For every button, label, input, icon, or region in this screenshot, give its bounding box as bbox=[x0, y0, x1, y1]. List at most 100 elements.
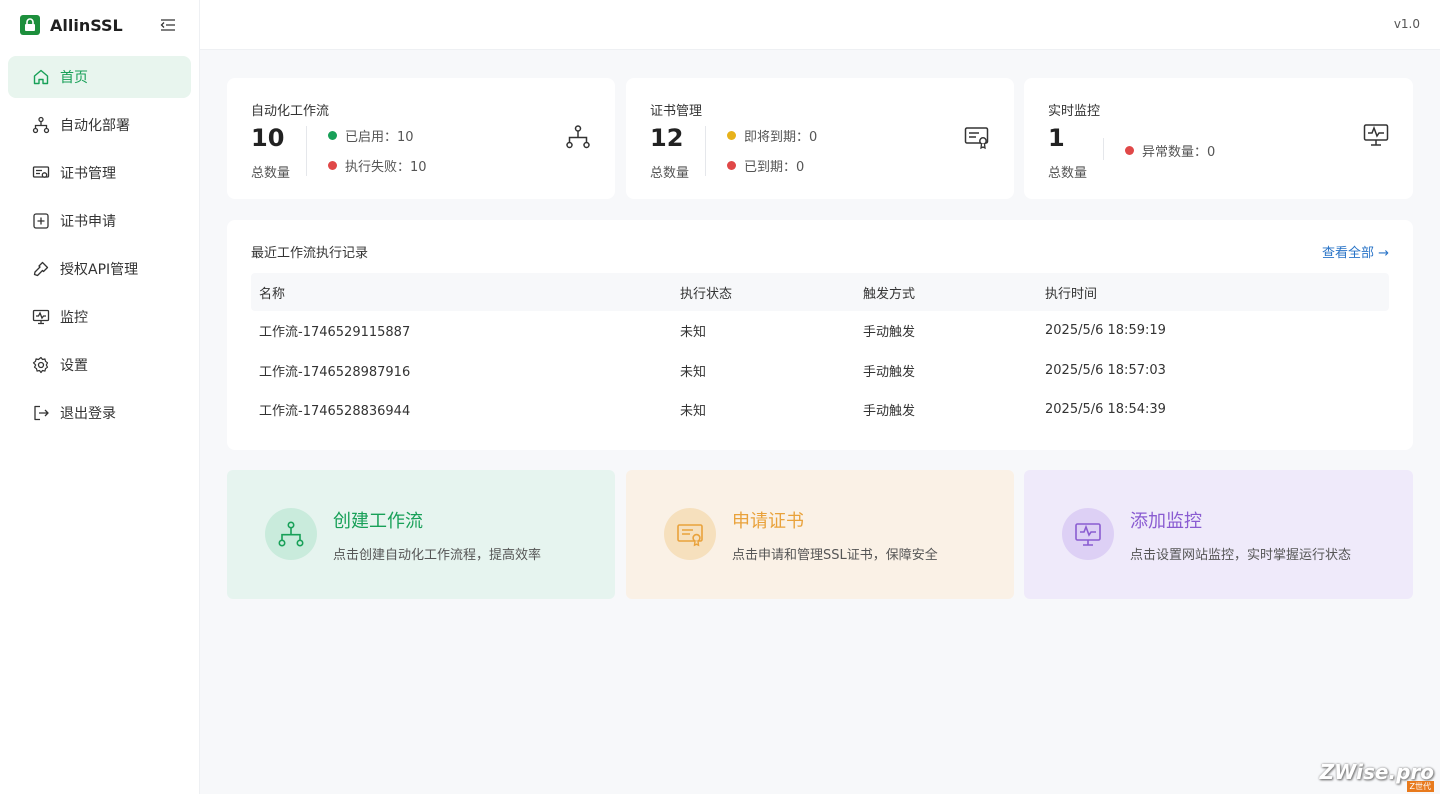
cell-status: 未知 bbox=[680, 404, 707, 420]
brand-name: AllinSSL bbox=[50, 15, 123, 35]
certificate-icon bbox=[964, 124, 990, 150]
table-row[interactable]: 工作流-1746529115887 未知 手动触发 2025/5/6 18:59… bbox=[251, 311, 1389, 351]
stat-abnormal: 异常数量：0 bbox=[1125, 141, 1215, 160]
stat-divider bbox=[705, 126, 706, 176]
sidebar-item-cert-apply[interactable]: 证书申请 bbox=[8, 200, 191, 242]
monitor-icon bbox=[1363, 122, 1389, 148]
table-row[interactable]: 工作流-1746528987916 未知 手动触发 2025/5/6 18:57… bbox=[251, 351, 1389, 391]
cell-trigger: 手动触发 bbox=[863, 325, 916, 341]
cell-trigger: 手动触发 bbox=[863, 404, 916, 420]
cell-status: 未知 bbox=[680, 364, 707, 380]
key-icon bbox=[32, 260, 50, 278]
version-label: v1.0 bbox=[1393, 17, 1420, 31]
action-desc: 点击创建自动化工作流程，提高效率 bbox=[333, 548, 542, 563]
sidebar-item-home[interactable]: 首页 bbox=[8, 56, 191, 98]
workflow-icon bbox=[32, 116, 50, 134]
monitor-icon bbox=[1062, 508, 1114, 560]
home-icon bbox=[32, 68, 50, 86]
plus-square-icon bbox=[32, 212, 50, 230]
stat-total: 1 bbox=[1048, 124, 1065, 152]
watermark-tag: Z世代 bbox=[1406, 781, 1434, 792]
create-workflow-card[interactable]: 创建工作流 点击创建自动化工作流程，提高效率 bbox=[227, 470, 615, 599]
sidebar-item-label: 证书管理 bbox=[60, 166, 116, 182]
action-title: 申请证书 bbox=[732, 511, 804, 532]
collapse-menu-icon[interactable] bbox=[159, 16, 177, 34]
cell-name: 工作流-1746528987916 bbox=[259, 364, 411, 380]
stat-expiring-text: 即将到期：0 bbox=[744, 130, 818, 145]
cell-status: 未知 bbox=[680, 325, 707, 341]
stat-card-monitor: 实时监控 1 总数量 异常数量：0 bbox=[1024, 78, 1413, 199]
brand: AllinSSL bbox=[0, 0, 199, 50]
sidebar-item-label: 退出登录 bbox=[60, 406, 116, 422]
stat-total: 10 bbox=[251, 124, 285, 152]
recent-records-title: 最近工作流执行记录 bbox=[251, 246, 369, 261]
action-title: 添加监控 bbox=[1130, 511, 1202, 532]
view-all-link[interactable]: 查看全部 → bbox=[1322, 242, 1389, 261]
workflow-icon bbox=[265, 508, 317, 560]
cell-time: 2025/5/6 18:59:19 bbox=[1045, 323, 1166, 339]
stat-card-certs: 证书管理 12 总数量 即将到期：0 已到期：0 bbox=[626, 78, 1014, 199]
sidebar-item-settings[interactable]: 设置 bbox=[8, 344, 191, 386]
action-title: 创建工作流 bbox=[333, 511, 423, 532]
table-row[interactable]: 工作流-1746528836944 未知 手动触发 2025/5/6 18:54… bbox=[251, 390, 1389, 430]
cell-time: 2025/5/6 18:54:39 bbox=[1045, 402, 1166, 418]
stat-title: 证书管理 bbox=[650, 104, 703, 119]
records-table: 名称 执行状态 触发方式 执行时间 工作流-1746529115887 未知 手… bbox=[251, 273, 1389, 430]
stat-total-label: 总数量 bbox=[251, 166, 291, 181]
sidebar-item-monitor[interactable]: 监控 bbox=[8, 296, 191, 338]
recent-records-card: 最近工作流执行记录 查看全部 → 名称 执行状态 触发方式 执行时间 工作流-1… bbox=[227, 220, 1413, 450]
stat-enabled-text: 已启用：10 bbox=[345, 130, 414, 145]
action-desc: 点击设置网站监控，实时掌握运行状态 bbox=[1130, 548, 1352, 563]
sidebar-item-logout[interactable]: 退出登录 bbox=[8, 392, 191, 434]
apply-cert-card[interactable]: 申请证书 点击申请和管理SSL证书，保障安全 bbox=[626, 470, 1014, 599]
stat-expired-text: 已到期：0 bbox=[744, 160, 805, 175]
column-header-name: 名称 bbox=[259, 286, 286, 302]
stat-divider bbox=[1103, 138, 1104, 160]
cell-name: 工作流-1746528836944 bbox=[259, 404, 411, 420]
stat-failed-text: 执行失败：10 bbox=[345, 160, 427, 175]
sidebar: AllinSSL 首页 自动化部署 证书管理 证书申请 授权API管理 监控 设… bbox=[0, 0, 200, 794]
stat-abnormal-text: 异常数量：0 bbox=[1142, 145, 1216, 160]
stat-title: 实时监控 bbox=[1048, 104, 1101, 119]
sidebar-item-api-manage[interactable]: 授权API管理 bbox=[8, 248, 191, 290]
column-header-trigger: 触发方式 bbox=[863, 286, 916, 302]
cell-time: 2025/5/6 18:57:03 bbox=[1045, 362, 1166, 378]
status-dot-red bbox=[1125, 146, 1134, 155]
workflow-icon bbox=[565, 124, 591, 150]
status-dot-red bbox=[328, 161, 337, 170]
monitor-icon bbox=[32, 308, 50, 326]
status-dot-green bbox=[328, 131, 337, 140]
stat-total-label: 总数量 bbox=[1048, 166, 1088, 181]
stat-failed: 执行失败：10 bbox=[328, 156, 427, 175]
sidebar-item-label: 监控 bbox=[60, 310, 88, 326]
sidebar-item-cert-manage[interactable]: 证书管理 bbox=[8, 152, 191, 194]
stat-card-workflow: 自动化工作流 10 总数量 已启用：10 执行失败：10 bbox=[227, 78, 615, 199]
top-header: v1.0 bbox=[200, 0, 1440, 50]
action-desc: 点击申请和管理SSL证书，保障安全 bbox=[732, 548, 938, 563]
stat-title: 自动化工作流 bbox=[251, 104, 330, 119]
sidebar-item-label: 证书申请 bbox=[60, 214, 116, 230]
certificate-icon bbox=[32, 164, 50, 182]
column-header-status: 执行状态 bbox=[680, 286, 733, 302]
sidebar-item-label: 设置 bbox=[60, 358, 88, 374]
stat-expired: 已到期：0 bbox=[727, 156, 804, 175]
stat-enabled: 已启用：10 bbox=[328, 126, 414, 145]
status-dot-red bbox=[727, 161, 736, 170]
sidebar-item-label: 自动化部署 bbox=[60, 118, 130, 134]
cell-trigger: 手动触发 bbox=[863, 364, 916, 380]
brand-logo-icon bbox=[20, 15, 40, 35]
gear-icon bbox=[32, 356, 50, 374]
certificate-icon bbox=[664, 508, 716, 560]
logout-icon bbox=[32, 404, 50, 422]
cell-name: 工作流-1746529115887 bbox=[259, 325, 411, 341]
add-monitor-card[interactable]: 添加监控 点击设置网站监控，实时掌握运行状态 bbox=[1024, 470, 1413, 599]
status-dot-yellow bbox=[727, 131, 736, 140]
stat-total: 12 bbox=[650, 124, 684, 152]
column-header-time: 执行时间 bbox=[1045, 286, 1098, 302]
sidebar-item-label: 首页 bbox=[60, 70, 88, 86]
stat-expiring: 即将到期：0 bbox=[727, 126, 817, 145]
stat-total-label: 总数量 bbox=[650, 166, 690, 181]
stat-divider bbox=[306, 126, 307, 176]
sidebar-item-auto-deploy[interactable]: 自动化部署 bbox=[8, 104, 191, 146]
sidebar-item-label: 授权API管理 bbox=[60, 262, 139, 278]
